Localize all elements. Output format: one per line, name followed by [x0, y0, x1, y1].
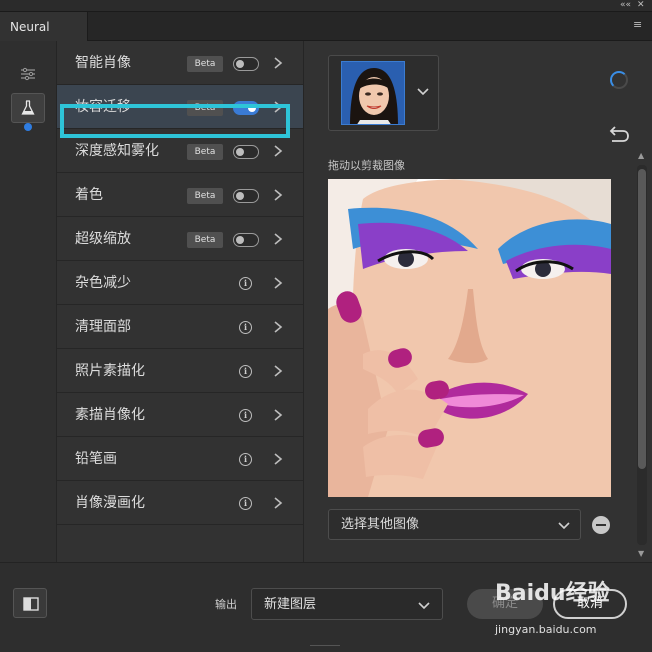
split-view-icon	[23, 597, 39, 611]
chevron-right-icon[interactable]	[272, 276, 284, 290]
scroll-down-icon[interactable]: ▼	[638, 549, 644, 558]
resize-grip[interactable]	[310, 645, 340, 648]
filter-detail-pane: ▲ ▼ 拖动以剪裁图像 选择其他图像	[305, 41, 652, 562]
left-rail	[0, 41, 57, 562]
filter-row[interactable]: 杂色减少 i	[57, 261, 303, 305]
crop-hint-caption: 拖动以剪裁图像	[328, 159, 405, 172]
filter-row[interactable]: 清理面部 i	[57, 305, 303, 349]
filter-row[interactable]: 着色 Beta	[57, 173, 303, 217]
chevron-right-icon[interactable]	[272, 232, 284, 246]
beta-badge: Beta	[187, 144, 223, 160]
toggle-knob	[236, 147, 244, 156]
beta-badge: Beta	[187, 56, 223, 72]
select-other-image-label: 选择其他图像	[341, 517, 420, 532]
chevron-right-icon[interactable]	[272, 56, 284, 70]
panel-menu-icon[interactable]: ≡	[633, 18, 642, 31]
filter-label: 铅笔画	[75, 451, 117, 467]
tab-neural-filters[interactable]: Neural Filters	[0, 12, 88, 65]
collapse-icon[interactable]: ««	[620, 0, 631, 11]
info-icon[interactable]: i	[239, 277, 252, 290]
chevron-right-icon[interactable]	[272, 408, 284, 422]
ok-button[interactable]: 确定	[467, 589, 543, 619]
filter-label: 清理面部	[75, 319, 131, 335]
sliders-icon[interactable]	[11, 59, 45, 89]
info-icon[interactable]: i	[239, 497, 252, 510]
chevron-right-icon[interactable]	[272, 452, 284, 466]
detail-scrollbar[interactable]: ▲ ▼	[637, 151, 647, 561]
beta-badge: Beta	[187, 188, 223, 204]
filter-label: 智能肖像	[75, 55, 131, 71]
output-dropdown[interactable]: 新建图层	[251, 588, 443, 620]
filter-toggle[interactable]	[233, 57, 259, 71]
reference-thumbnail	[341, 61, 405, 125]
toggle-knob	[236, 59, 244, 68]
remove-image-icon[interactable]	[592, 516, 610, 534]
tab-bar: Neural Filters ≡	[0, 12, 652, 65]
info-icon[interactable]: i	[239, 453, 252, 466]
select-other-image-dropdown[interactable]: 选择其他图像	[328, 509, 581, 540]
close-icon[interactable]: ✕	[637, 0, 645, 11]
beta-badge: Beta	[187, 232, 223, 248]
filter-row[interactable]: 铅笔画 i	[57, 437, 303, 481]
chevron-right-icon[interactable]	[272, 188, 284, 202]
chevron-down-icon	[417, 88, 429, 96]
filter-label: 超级缩放	[75, 231, 131, 247]
filter-label: 照片素描化	[75, 363, 145, 379]
selection-highlight-box	[60, 104, 290, 138]
cancel-button[interactable]: 取消	[553, 589, 627, 619]
chevron-right-icon[interactable]	[272, 320, 284, 334]
makeup-reference-image[interactable]	[328, 179, 611, 497]
info-icon[interactable]: i	[239, 409, 252, 422]
filter-toggle[interactable]	[233, 233, 259, 247]
filter-toggle[interactable]	[233, 189, 259, 203]
chevron-down-icon	[558, 522, 570, 530]
filter-row[interactable]: 智能肖像 Beta	[57, 41, 303, 85]
chevron-right-icon[interactable]	[272, 144, 284, 158]
reference-image-picker[interactable]	[328, 55, 439, 131]
filter-label: 素描肖像化	[75, 407, 145, 423]
title-strip: «« ✕	[0, 0, 652, 12]
active-indicator-dot	[24, 123, 32, 131]
scrollbar-thumb[interactable]	[638, 169, 646, 469]
toggle-knob	[236, 191, 244, 200]
chevron-down-icon	[418, 602, 430, 610]
footer-bar: 输出 新建图层 确定 取消	[0, 562, 652, 652]
info-icon[interactable]: i	[239, 365, 252, 378]
filter-label: 肖像漫画化	[75, 495, 145, 511]
preview-toggle-button[interactable]	[13, 588, 47, 618]
loading-spinner-icon	[610, 71, 628, 89]
filter-row[interactable]: 超级缩放 Beta	[57, 217, 303, 261]
filter-toggle[interactable]	[233, 145, 259, 159]
filter-row[interactable]: 肖像漫画化 i	[57, 481, 303, 525]
filter-label: 着色	[75, 187, 103, 203]
chevron-right-icon[interactable]	[272, 364, 284, 378]
chevron-right-icon[interactable]	[272, 496, 284, 510]
filter-row[interactable]: 照片素描化 i	[57, 349, 303, 393]
output-value: 新建图层	[264, 597, 317, 612]
scroll-up-icon[interactable]: ▲	[638, 151, 644, 160]
toggle-knob	[236, 235, 244, 244]
flask-icon[interactable]	[11, 93, 45, 123]
filter-label: 杂色减少	[75, 275, 131, 291]
filter-row[interactable]: 素描肖像化 i	[57, 393, 303, 437]
reset-icon[interactable]	[608, 125, 630, 143]
info-icon[interactable]: i	[239, 321, 252, 334]
neural-filters-panel: Neural Filters ≡ 智能肖像Beta妆容迁移Beta深度感知雾化B…	[0, 12, 652, 652]
output-label: 输出	[215, 598, 237, 611]
